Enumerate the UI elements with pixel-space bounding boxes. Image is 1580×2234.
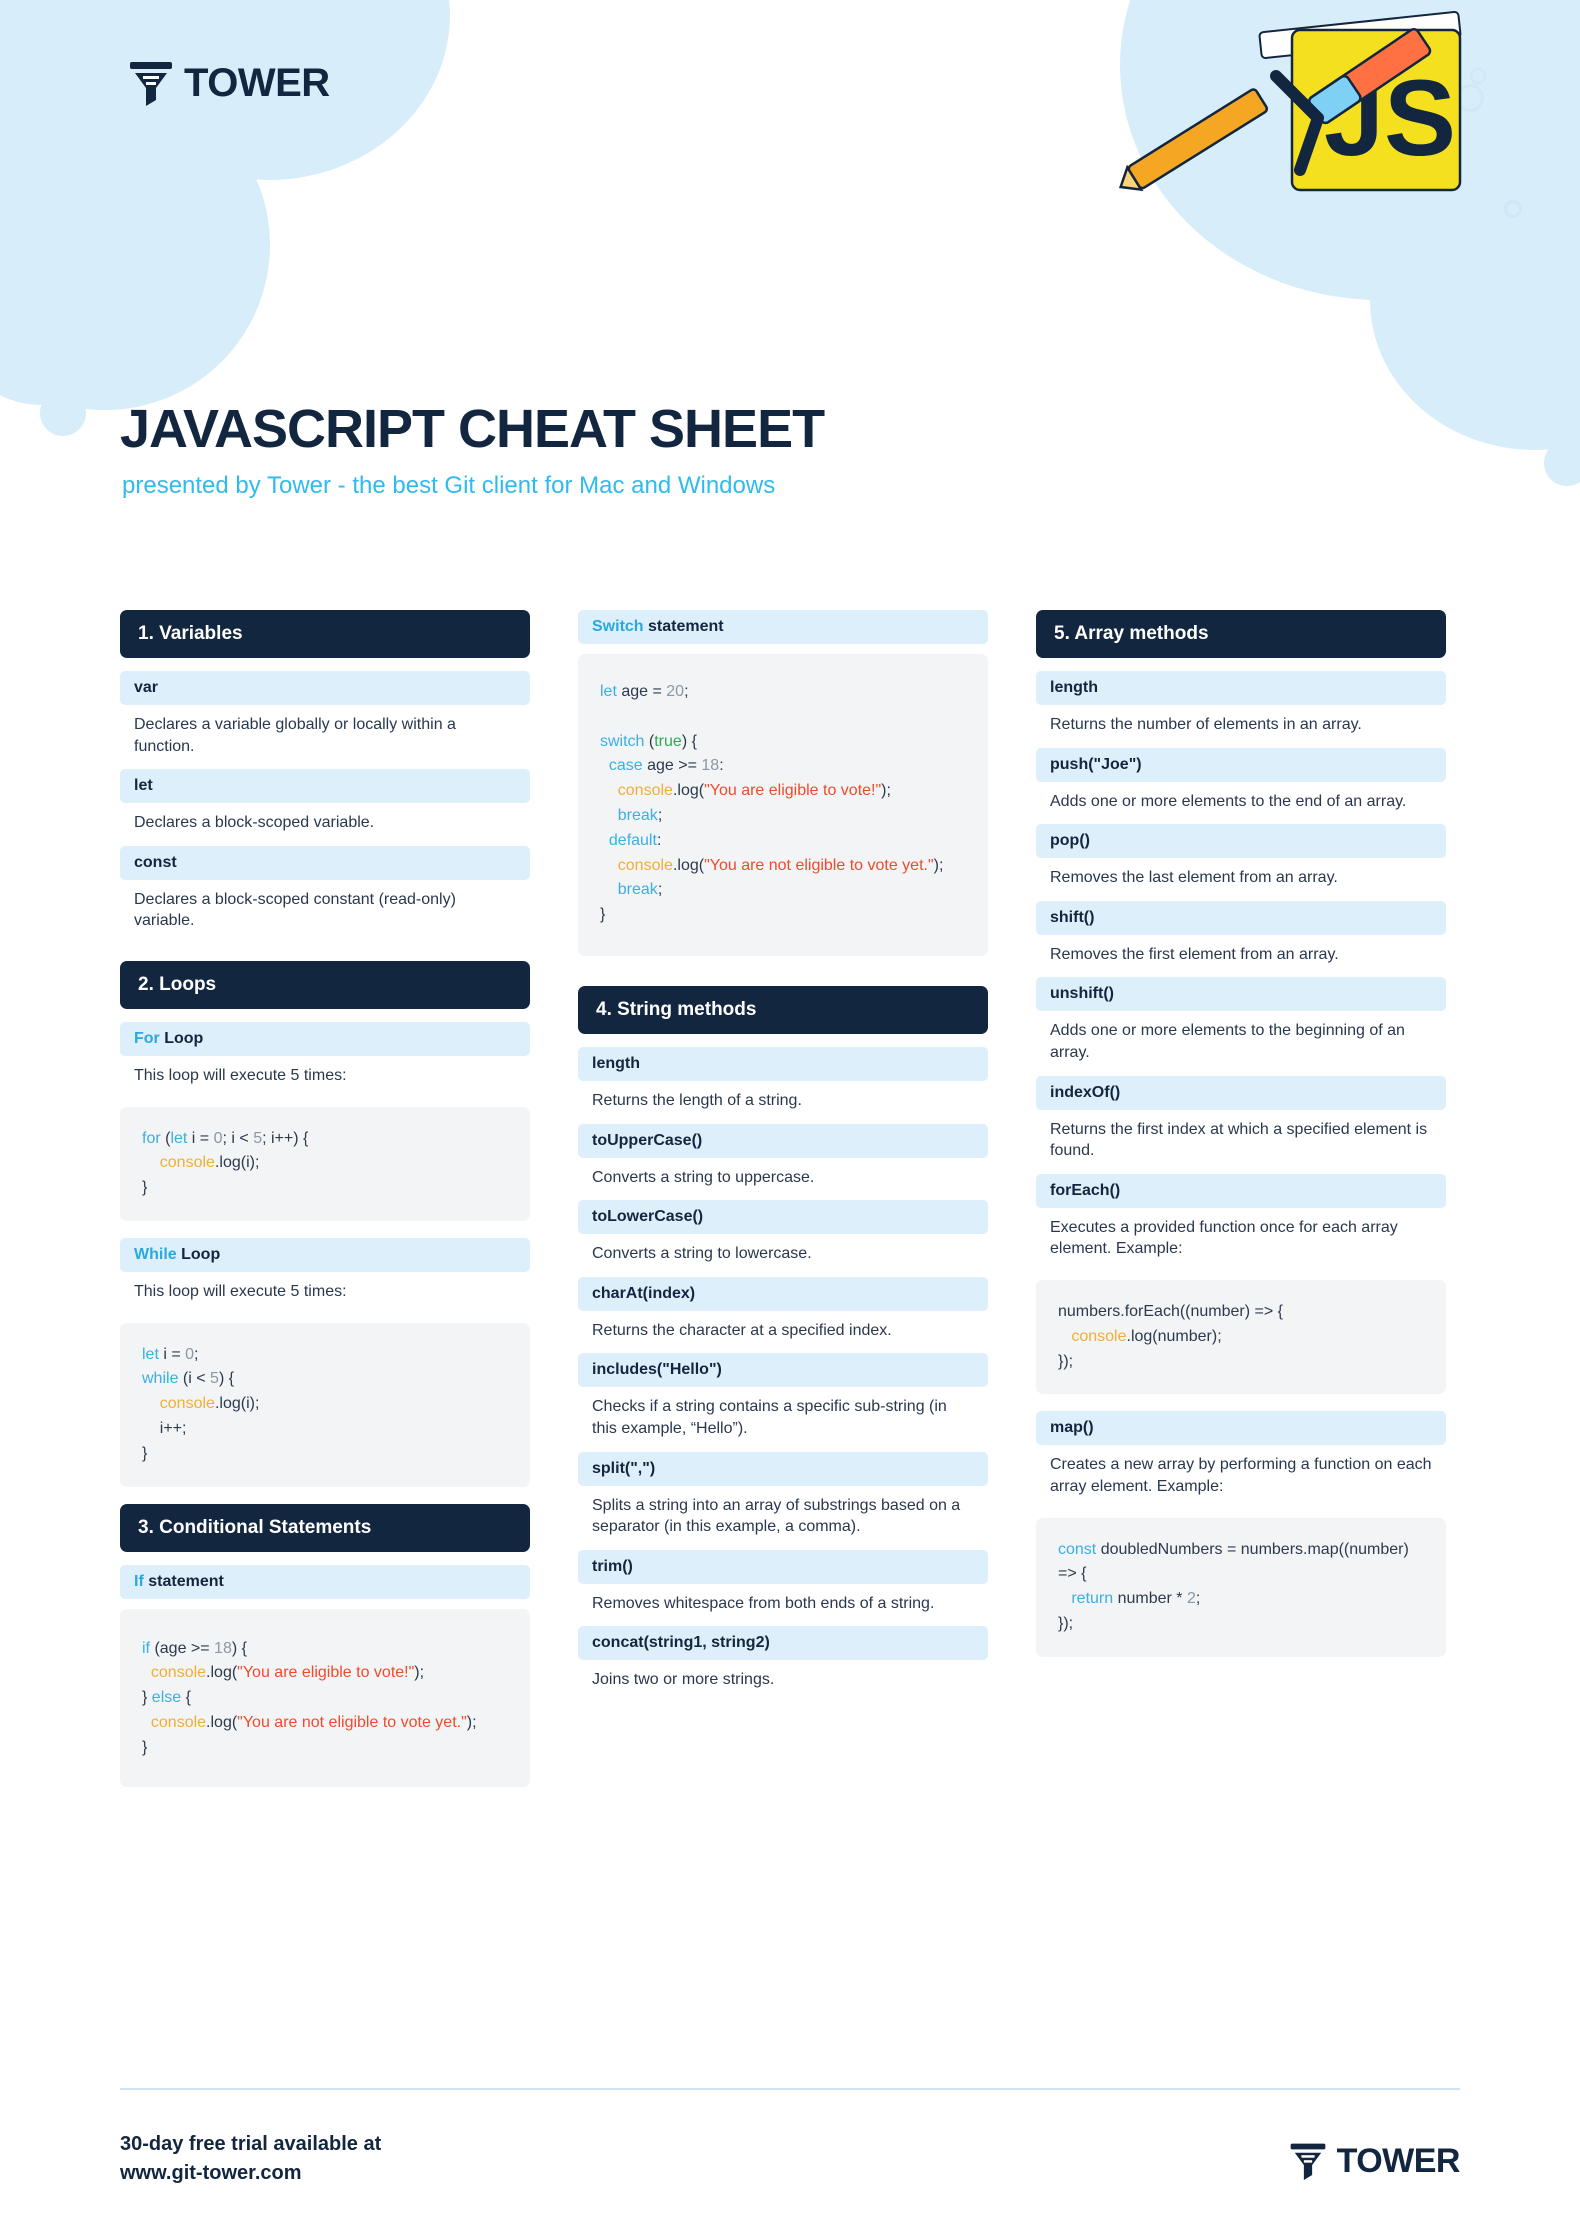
term-foreach: forEach() xyxy=(1036,1173,1446,1208)
term-concat: concat(string1, string2) xyxy=(578,1626,988,1661)
tower-wordmark: TOWER xyxy=(1336,2141,1461,2180)
term-touppercase: toUpperCase() xyxy=(578,1123,988,1158)
term-push: push("Joe") xyxy=(1036,747,1446,782)
tower-wordmark: TOWER xyxy=(184,60,330,105)
while-loop-label: Loop xyxy=(181,1245,221,1263)
term-tolowercase: toLowerCase() xyxy=(578,1200,988,1235)
section-header-variables: 1. Variables xyxy=(120,610,530,658)
code-if-statement: if (age >= 18) { console.log("You are el… xyxy=(120,1608,530,1787)
code-switch-statement: let age = 20; switch (true) { case age >… xyxy=(578,654,988,956)
decorative-blob xyxy=(40,390,86,436)
footer-divider xyxy=(120,2088,1460,2090)
switch-statement-label: statement xyxy=(648,618,724,635)
term-pop: pop() xyxy=(1036,824,1446,859)
code-for-loop: for (let i = 0; i < 5; i++) { console.lo… xyxy=(120,1106,530,1221)
desc-tolowercase: Converts a string to lowercase. xyxy=(592,1245,812,1263)
desc-string-length: Returns the length of a string. xyxy=(592,1091,802,1109)
term-indexof: indexOf() xyxy=(1036,1075,1446,1110)
if-statement-label: statement xyxy=(148,1572,224,1590)
decorative-blob xyxy=(100,368,122,390)
term-let: let xyxy=(120,769,530,804)
javascript-sticker-illustration: JS xyxy=(1060,10,1520,240)
for-keyword: For xyxy=(134,1029,160,1047)
desc-while-loop: This loop will execute 5 times: xyxy=(134,1282,347,1300)
term-map: map() xyxy=(1036,1411,1446,1446)
desc-charat: Returns the character at a specified ind… xyxy=(592,1321,892,1339)
term-for-loop: For Loop xyxy=(120,1021,530,1056)
desc-concat: Joins two or more strings. xyxy=(592,1671,775,1689)
term-trim: trim() xyxy=(578,1549,988,1584)
footer-trial-text: 30-day free trial available at www.git-t… xyxy=(120,2130,381,2188)
desc-map: Creates a new array by performing a func… xyxy=(1050,1456,1432,1495)
code-map: const doubledNumbers = numbers.map((numb… xyxy=(1036,1517,1446,1657)
desc-array-length: Returns the number of elements in an arr… xyxy=(1050,716,1362,733)
desc-pop: Removes the last element from an array. xyxy=(1050,869,1338,887)
term-includes: includes("Hello") xyxy=(578,1353,988,1388)
footer-line-1: 30-day free trial available at xyxy=(120,2133,382,2155)
term-shift: shift() xyxy=(1036,900,1446,935)
column-1: 1. Variables var Declares a variable glo… xyxy=(120,610,530,1787)
page-subtitle: presented by Tower - the best Git client… xyxy=(122,472,776,499)
term-unshift: unshift() xyxy=(1036,977,1446,1012)
code-foreach: numbers.forEach((number) => { console.lo… xyxy=(1036,1279,1446,1395)
term-switch-statement: Switch statement xyxy=(578,610,988,644)
cheat-sheet-page: TOWER JS JAVASCRIPT CHEAT SHEET presente… xyxy=(0,0,1580,2234)
term-if-statement: If statement xyxy=(120,1564,530,1599)
term-charat: charAt(index) xyxy=(578,1276,988,1311)
section-header-loops: 2. Loops xyxy=(120,960,530,1009)
desc-let: Declares a block-scoped variable. xyxy=(134,814,375,832)
desc-shift: Removes the first element from an array. xyxy=(1050,945,1339,963)
content-columns: 1. Variables var Declares a variable glo… xyxy=(120,610,1460,1787)
column-3: 5. Array methods length Returns the numb… xyxy=(1036,610,1446,1787)
term-string-length: length xyxy=(578,1046,988,1081)
tower-logo-header: TOWER xyxy=(128,58,330,108)
footer-line-2[interactable]: www.git-tower.com xyxy=(120,2159,381,2188)
section-header-string-methods: 4. String methods xyxy=(578,985,988,1034)
section-header-array-methods: 5. Array methods xyxy=(1036,610,1446,658)
desc-for-loop: This loop will execute 5 times: xyxy=(134,1066,347,1084)
desc-indexof: Returns the first index at which a speci… xyxy=(1050,1120,1428,1160)
code-while-loop: let i = 0; while (i < 5) { console.log(i… xyxy=(120,1322,530,1487)
term-split: split(",") xyxy=(578,1451,988,1486)
decorative-blob xyxy=(1524,225,1550,251)
term-array-length: length xyxy=(1036,671,1446,705)
desc-split: Splits a string into an array of substri… xyxy=(592,1496,961,1536)
desc-push: Adds one or more elements to the end of … xyxy=(1050,792,1407,810)
switch-keyword: Switch xyxy=(592,618,644,635)
desc-var: Declares a variable globally or locally … xyxy=(134,716,456,755)
term-const: const xyxy=(120,845,530,880)
desc-includes: Checks if a string contains a specific s… xyxy=(592,1398,947,1437)
desc-trim: Removes whitespace from both ends of a s… xyxy=(592,1594,935,1612)
tower-logo-footer: TOWER xyxy=(1289,2140,1461,2182)
column-2: Switch statement let age = 20; switch (t… xyxy=(578,610,988,1787)
desc-const: Declares a block-scoped constant (read-o… xyxy=(134,890,456,930)
page-title: JAVASCRIPT CHEAT SHEET xyxy=(120,399,825,459)
desc-foreach: Executes a provided function once for ea… xyxy=(1050,1218,1398,1258)
term-while-loop: While Loop xyxy=(120,1237,530,1272)
while-keyword: While xyxy=(134,1245,177,1263)
decorative-blob xyxy=(1544,440,1580,486)
section-header-conditionals: 3. Conditional Statements xyxy=(120,1503,530,1552)
desc-touppercase: Converts a string to uppercase. xyxy=(592,1168,815,1186)
term-var: var xyxy=(120,671,530,705)
tower-funnel-logo-icon xyxy=(1289,2140,1327,2182)
if-keyword: If xyxy=(134,1572,144,1590)
tower-funnel-logo-icon xyxy=(128,58,174,108)
for-loop-label: Loop xyxy=(164,1029,204,1047)
desc-unshift: Adds one or more elements to the beginni… xyxy=(1050,1022,1405,1061)
